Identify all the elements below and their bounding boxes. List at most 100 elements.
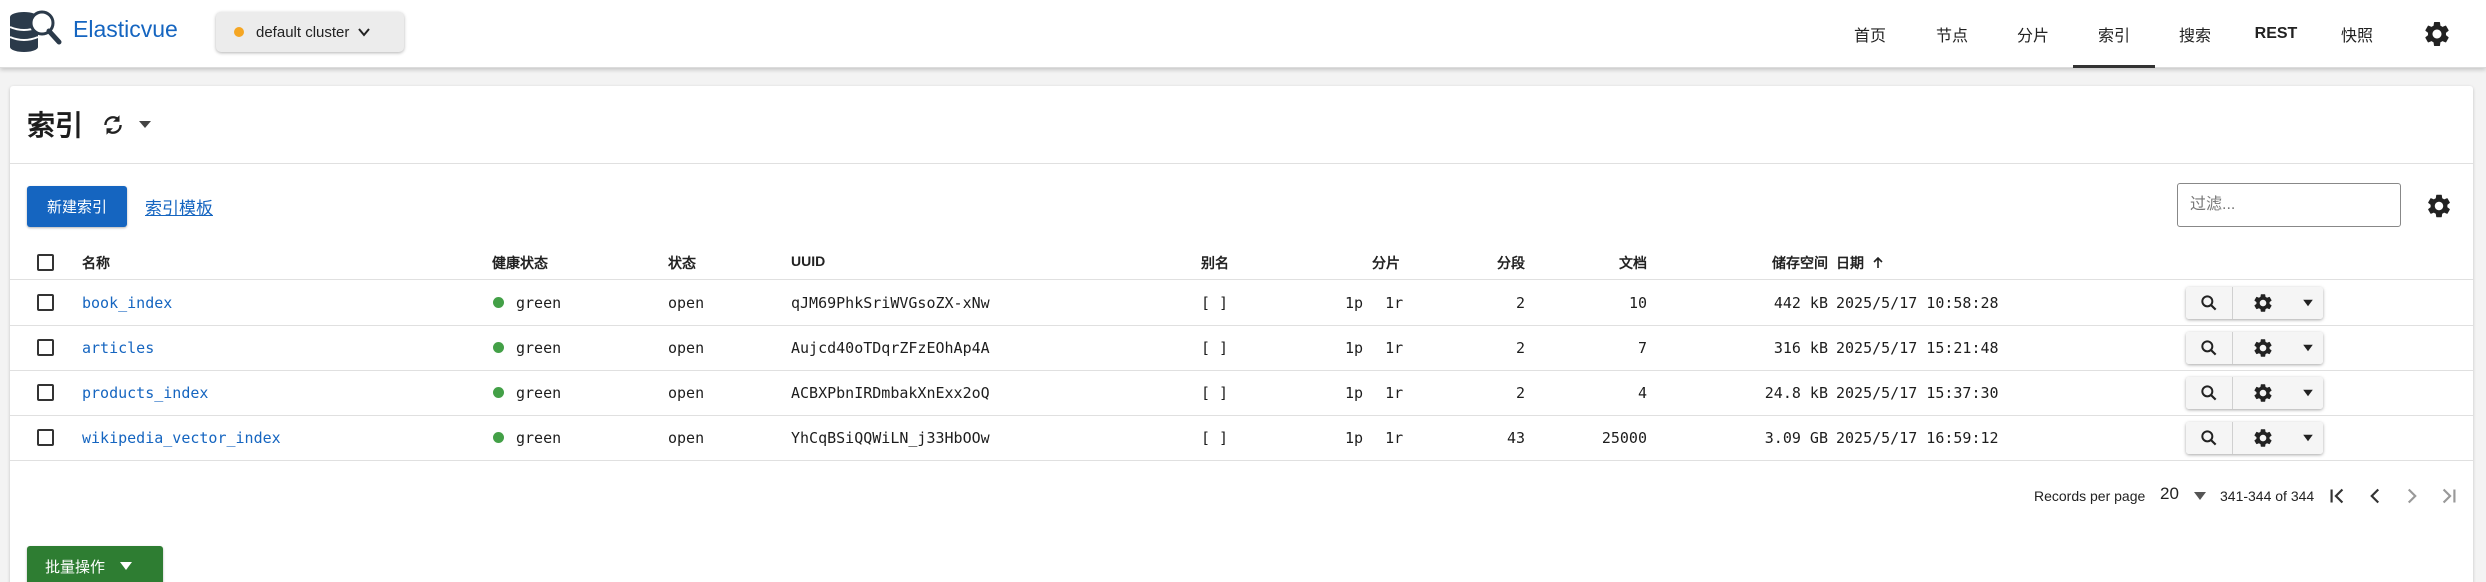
chevron-down-icon	[358, 28, 371, 37]
index-name-link[interactable]: products_index	[82, 384, 208, 402]
caret-down-icon[interactable]	[138, 118, 152, 130]
caret-down-icon	[2303, 389, 2313, 397]
replica-shards: 1r	[1385, 384, 1404, 402]
column-header-segments[interactable]: 分段	[1450, 253, 1525, 273]
docs-cell: 4	[1637, 384, 1647, 402]
sort-arrow-up-icon	[1873, 256, 1883, 268]
caret-down-icon	[2303, 344, 2313, 352]
first-page-icon[interactable]	[2324, 483, 2350, 509]
column-header-name[interactable]: 名称	[82, 253, 110, 273]
nav-shards[interactable]: 分片	[2002, 0, 2064, 68]
index-name-link[interactable]: book_index	[82, 294, 172, 312]
table-header: 名称 健康状态 状态 UUID 别名 分片 分段 文档 储存空间 日期	[10, 244, 2473, 280]
table-row: book_index green open qJM69PhkSriWVGsoZX-xN…	[10, 281, 2473, 326]
search-button[interactable]	[2186, 332, 2233, 364]
refresh-icon[interactable]	[100, 112, 126, 138]
caret-down-icon	[2303, 434, 2313, 442]
health-cell: green	[493, 384, 561, 402]
search-icon	[2201, 295, 2217, 311]
nav-search[interactable]: 搜索	[2164, 0, 2226, 68]
column-header-shards[interactable]: 分片	[1330, 253, 1400, 273]
row-checkbox[interactable]	[37, 294, 54, 311]
column-header-status[interactable]: 状态	[668, 253, 696, 273]
more-actions-button[interactable]	[2293, 377, 2323, 409]
uuid-cell: YhCqBSiQQWiLN_j33HbOOw	[791, 429, 990, 447]
primary-shards: 1p	[1345, 294, 1364, 312]
uuid-cell: ACBXPbnIRDmbakXnExx2oQ	[791, 384, 990, 402]
health-status-dot	[493, 342, 504, 353]
column-header-aliases[interactable]: 别名	[1201, 253, 1229, 273]
segments-cell: 2	[1515, 339, 1525, 357]
nav-nodes[interactable]: 节点	[1921, 0, 1983, 68]
column-header-docs[interactable]: 文档	[1570, 253, 1647, 273]
cluster-selector-button[interactable]: default cluster	[216, 12, 404, 52]
last-page-icon[interactable]	[2436, 483, 2462, 509]
aliases-cell: [ ]	[1201, 294, 1229, 312]
bulk-actions-button[interactable]: 批量操作	[27, 546, 163, 582]
status-cell: open	[668, 294, 705, 312]
primary-shards: 1p	[1345, 429, 1364, 447]
search-button[interactable]	[2186, 422, 2233, 454]
previous-page-icon[interactable]	[2362, 483, 2388, 509]
index-templates-link[interactable]: 索引模板	[145, 194, 213, 219]
gear-icon	[2254, 429, 2272, 447]
more-actions-button[interactable]	[2293, 287, 2323, 319]
more-actions-button[interactable]	[2293, 332, 2323, 364]
health-cell: green	[493, 429, 561, 447]
bulk-actions-label: 批量操作	[45, 558, 106, 576]
status-cell: open	[668, 429, 705, 447]
index-name-link[interactable]: wikipedia_vector_index	[82, 429, 281, 447]
storage-cell: 442 kB	[1773, 294, 1828, 312]
column-header-health[interactable]: 健康状态	[492, 253, 548, 273]
date-cell: 2025/5/17 15:21:48	[1836, 339, 1999, 357]
index-settings-button[interactable]	[2233, 287, 2293, 319]
row-checkbox[interactable]	[37, 339, 54, 356]
nav-rest[interactable]: REST	[2245, 0, 2307, 68]
row-actions	[2186, 332, 2323, 364]
status-cell: open	[668, 384, 705, 402]
column-header-storage[interactable]: 储存空间	[1670, 253, 1828, 273]
replica-shards: 1r	[1385, 294, 1404, 312]
index-settings-button[interactable]	[2233, 422, 2293, 454]
storage-cell: 24.8 kB	[1764, 384, 1828, 402]
health-label: green	[516, 294, 562, 312]
row-checkbox[interactable]	[37, 429, 54, 446]
gear-icon[interactable]	[2422, 19, 2452, 49]
database-search-logo[interactable]	[6, 6, 62, 56]
brand-name[interactable]: Elasticvue	[73, 16, 178, 43]
column-header-date[interactable]: 日期	[1836, 253, 1884, 273]
divider	[10, 163, 2473, 164]
row-checkbox[interactable]	[37, 384, 54, 401]
search-button[interactable]	[2186, 287, 2233, 319]
select-all-checkbox[interactable]	[37, 254, 54, 271]
gear-icon	[2254, 294, 2272, 312]
row-actions	[2186, 377, 2323, 409]
index-settings-button[interactable]	[2233, 377, 2293, 409]
index-name-link[interactable]: articles	[82, 339, 154, 357]
uuid-cell: Aujcd40oTDqrZFzEOhAp4A	[791, 339, 990, 357]
segments-cell: 2	[1515, 384, 1525, 402]
search-button[interactable]	[2186, 377, 2233, 409]
caret-down-icon	[2303, 299, 2313, 307]
search-icon	[2201, 430, 2217, 446]
column-header-uuid[interactable]: UUID	[791, 253, 825, 269]
filter-input[interactable]	[2177, 183, 2401, 227]
docs-cell: 10	[1628, 294, 1647, 312]
more-actions-button[interactable]	[2293, 422, 2323, 454]
nav-snapshots[interactable]: 快照	[2326, 0, 2388, 68]
date-cell: 2025/5/17 16:59:12	[1836, 429, 1999, 447]
next-page-icon[interactable]	[2399, 483, 2425, 509]
records-per-page-select[interactable]: 20	[2160, 484, 2179, 504]
storage-cell: 316 kB	[1773, 339, 1828, 357]
date-cell: 2025/5/17 10:58:28	[1836, 294, 1999, 312]
caret-down-icon[interactable]	[2193, 491, 2207, 501]
health-label: green	[516, 384, 562, 402]
health-status-dot	[493, 387, 504, 398]
segments-cell: 43	[1506, 429, 1525, 447]
nav-home[interactable]: 首页	[1840, 0, 1900, 68]
index-settings-button[interactable]	[2233, 332, 2293, 364]
nav-indices[interactable]: 索引	[2073, 0, 2155, 68]
table-row: articles green open Aujcd40oTDqrZFzEOhAp4A […	[10, 326, 2473, 371]
gear-icon[interactable]	[2425, 192, 2453, 220]
new-index-button[interactable]: 新建索引	[27, 186, 127, 227]
